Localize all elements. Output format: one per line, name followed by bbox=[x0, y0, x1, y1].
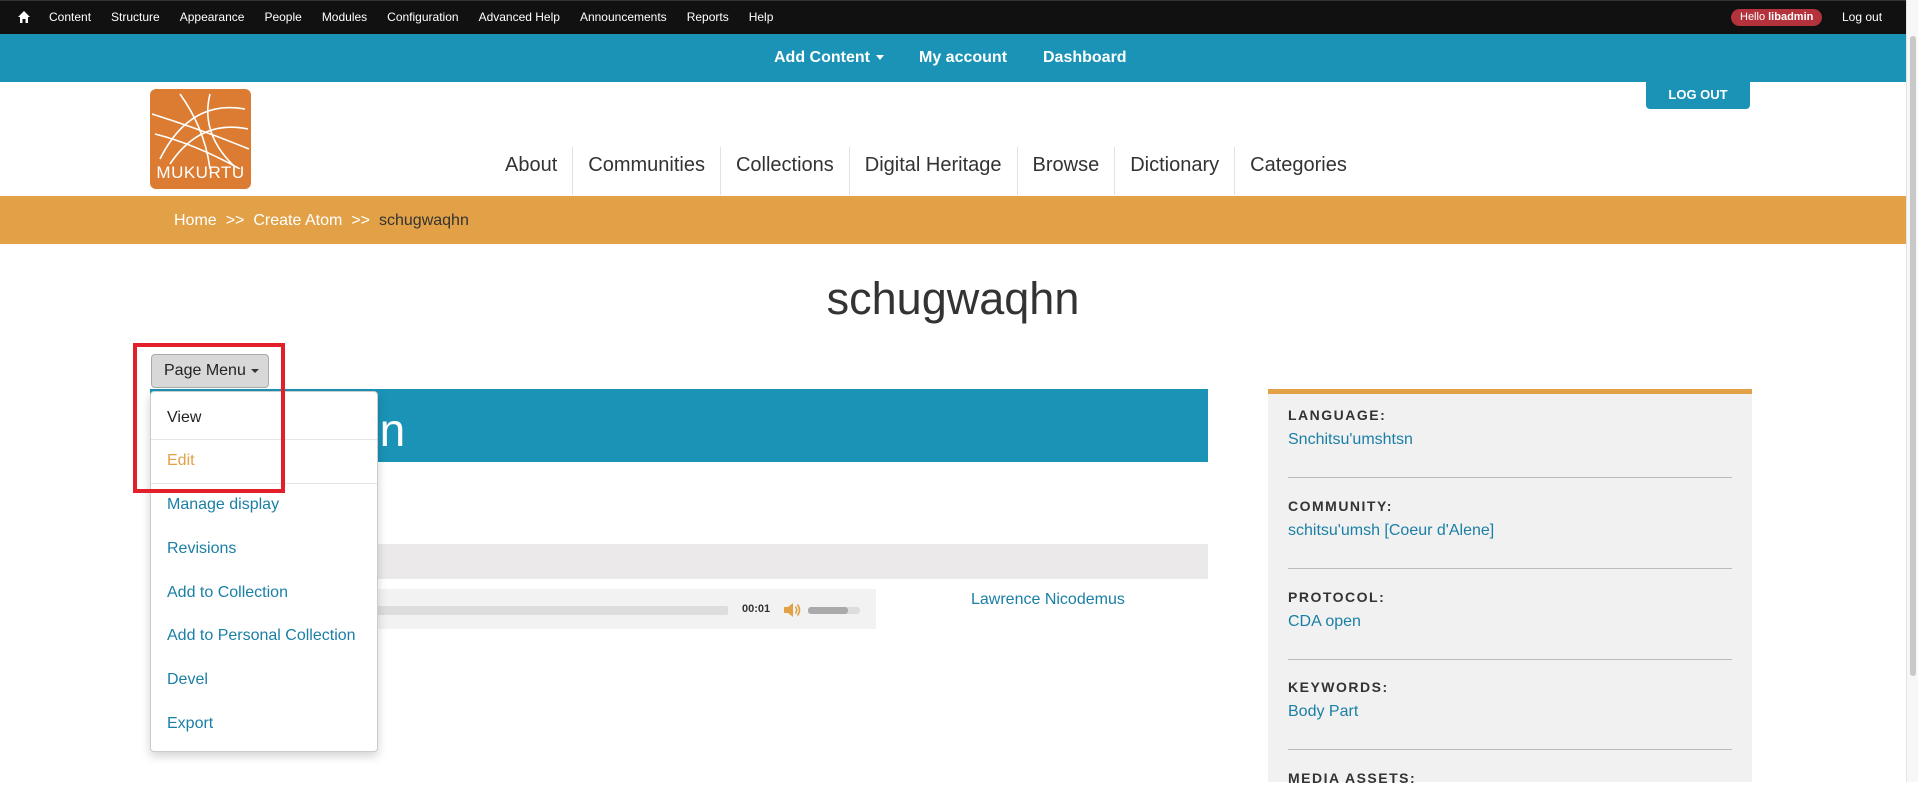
field-label: MEDIA ASSETS: bbox=[1288, 770, 1417, 786]
admin-menu-modules[interactable]: Modules bbox=[322, 10, 367, 24]
field-label: COMMUNITY: bbox=[1288, 498, 1393, 514]
field-protocol: PROTOCOL: CDA open bbox=[1288, 589, 1732, 631]
divider bbox=[1288, 568, 1732, 569]
field-value-community[interactable]: schitsu'umsh [Coeur d'Alene] bbox=[1288, 522, 1732, 540]
breadcrumb-current: schugwaqhn bbox=[379, 212, 469, 229]
scrollbar-thumb[interactable] bbox=[1910, 36, 1916, 676]
breadcrumb-home[interactable]: Home bbox=[174, 212, 217, 229]
username: libadmin bbox=[1768, 11, 1814, 23]
breadcrumb-create-atom[interactable]: Create Atom bbox=[253, 212, 342, 229]
nav-browse[interactable]: Browse bbox=[1016, 147, 1115, 195]
audio-progress-track[interactable] bbox=[360, 606, 728, 615]
admin-menu-people[interactable]: People bbox=[264, 10, 301, 24]
admin-menu-appearance[interactable]: Appearance bbox=[180, 10, 245, 24]
nav-categories[interactable]: Categories bbox=[1234, 147, 1362, 195]
menu-item-add-to-personal-collection[interactable]: Add to Personal Collection bbox=[167, 627, 356, 645]
volume-icon[interactable] bbox=[782, 601, 802, 619]
menu-item-revisions[interactable]: Revisions bbox=[167, 540, 236, 558]
logo-text: MUKURTU bbox=[156, 163, 245, 182]
nav-about[interactable]: About bbox=[490, 147, 572, 195]
greeting-prefix: Hello bbox=[1740, 11, 1769, 23]
logo-swirl-icon bbox=[151, 93, 250, 169]
field-value-protocol[interactable]: CDA open bbox=[1288, 613, 1732, 631]
divider bbox=[1288, 659, 1732, 660]
contributor-link[interactable]: Lawrence Nicodemus bbox=[971, 591, 1125, 609]
breadcrumb-separator: >> bbox=[351, 212, 370, 229]
admin-menu: Content Structure Appearance People Modu… bbox=[49, 10, 793, 24]
page-scrollbar[interactable] bbox=[1906, 0, 1918, 782]
field-media-assets: MEDIA ASSETS: bbox=[1288, 770, 1732, 786]
user-greeting-badge[interactable]: Hello libadmin bbox=[1731, 9, 1823, 26]
home-icon[interactable] bbox=[17, 10, 31, 24]
volume-slider[interactable] bbox=[808, 607, 860, 614]
chevron-down-icon bbox=[875, 55, 884, 61]
field-language: LANGUAGE: Snchitsu'umshtsn bbox=[1288, 407, 1732, 449]
menu-item-export[interactable]: Export bbox=[167, 715, 213, 733]
add-content-label: Add Content bbox=[774, 49, 870, 66]
divider bbox=[1288, 749, 1732, 750]
field-label: KEYWORDS: bbox=[1288, 679, 1389, 695]
divider bbox=[1288, 477, 1732, 478]
highlight-annotation-box bbox=[133, 343, 285, 493]
metadata-sidebar: LANGUAGE: Snchitsu'umshtsn COMMUNITY: sc… bbox=[1268, 389, 1752, 786]
field-label: PROTOCOL: bbox=[1288, 589, 1386, 605]
field-keywords: KEYWORDS: Body Part bbox=[1288, 679, 1732, 721]
breadcrumb: Home >> Create Atom >> schugwaqhn bbox=[0, 196, 1906, 244]
nav-collections[interactable]: Collections bbox=[719, 147, 849, 195]
menu-item-add-to-collection[interactable]: Add to Collection bbox=[167, 584, 288, 602]
mukurtu-logo[interactable]: MUKURTU bbox=[150, 89, 251, 189]
menu-item-manage-display[interactable]: Manage display bbox=[167, 496, 279, 514]
admin-menu-help[interactable]: Help bbox=[749, 10, 774, 24]
add-content-dropdown[interactable]: Add Content bbox=[774, 49, 884, 67]
my-account-link[interactable]: My account bbox=[919, 49, 1007, 67]
admin-menu-announcements[interactable]: Announcements bbox=[580, 10, 667, 24]
field-community: COMMUNITY: schitsu'umsh [Coeur d'Alene] bbox=[1288, 498, 1732, 540]
breadcrumb-separator: >> bbox=[225, 212, 245, 229]
field-value-language[interactable]: Snchitsu'umshtsn bbox=[1288, 431, 1732, 449]
nav-digital-heritage[interactable]: Digital Heritage bbox=[848, 147, 1017, 195]
dashboard-link[interactable]: Dashboard bbox=[1043, 49, 1127, 67]
secondary-nav-bar: Add Content My account Dashboard bbox=[0, 34, 1906, 82]
nav-communities[interactable]: Communities bbox=[572, 147, 720, 195]
admin-toolbar: Content Structure Appearance People Modu… bbox=[0, 0, 1918, 34]
admin-menu-content[interactable]: Content bbox=[49, 10, 91, 24]
main-nav: About Communities Collections Digital He… bbox=[490, 147, 1362, 195]
page-title: schugwaqhn bbox=[826, 273, 1080, 324]
admin-menu-reports[interactable]: Reports bbox=[687, 10, 729, 24]
audio-time: 00:01 bbox=[742, 603, 771, 615]
volume-slider-fill bbox=[808, 607, 849, 614]
audio-player: 00:01 bbox=[360, 589, 876, 629]
admin-menu-advanced-help[interactable]: Advanced Help bbox=[479, 10, 560, 24]
admin-logout-link[interactable]: Log out bbox=[1842, 10, 1882, 24]
field-value-keywords[interactable]: Body Part bbox=[1288, 703, 1732, 721]
field-label: LANGUAGE: bbox=[1288, 407, 1387, 423]
admin-menu-configuration[interactable]: Configuration bbox=[387, 10, 458, 24]
nav-dictionary[interactable]: Dictionary bbox=[1114, 147, 1234, 195]
menu-item-devel[interactable]: Devel bbox=[167, 671, 208, 689]
admin-menu-structure[interactable]: Structure bbox=[111, 10, 160, 24]
log-out-button[interactable]: LOG OUT bbox=[1646, 81, 1750, 109]
